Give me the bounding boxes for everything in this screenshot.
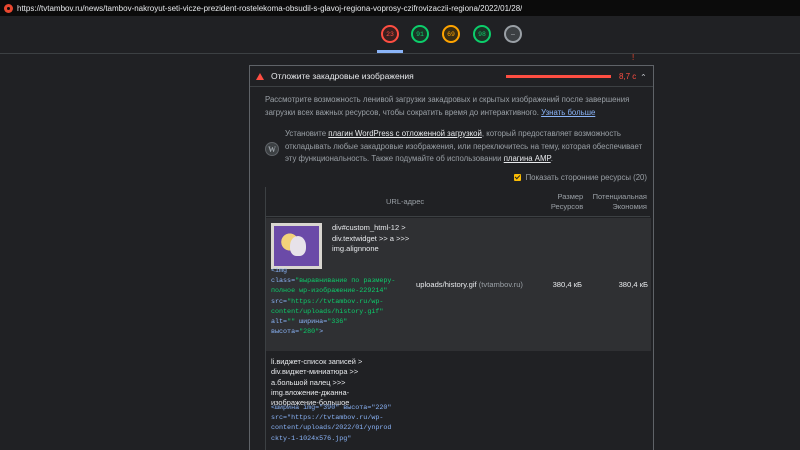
url-text[interactable]: https://tvtambov.ru/news/tambov-nakroyut… <box>17 4 522 13</box>
audit-header[interactable]: Отложите закадровые изображения 8,7 с ⌄ <box>250 66 653 87</box>
table-row[interactable]: li.виджет-список записей > div.виджет-ми… <box>266 354 651 450</box>
address-bar[interactable]: https://tvtambov.ru/news/tambov-nakroyut… <box>0 0 800 16</box>
third-party-label: Показать сторонние ресурсы (20) <box>525 173 647 182</box>
resource-url-host: (tvtambov.ru) <box>478 280 523 289</box>
learn-more-link[interactable]: Узнать больше <box>541 108 595 117</box>
gauge-label: 91 <box>416 30 424 38</box>
details-table: URL-адрес Размер Ресурсов Потенциальная … <box>265 187 651 450</box>
fail-triangle-icon <box>256 72 264 80</box>
snippet-attr: alt= <box>271 318 288 327</box>
node-label: div#custom_html-12 > div.textwidget >> a… <box>332 223 410 253</box>
audit-description: Рассмотрите возможность ленивой загрузки… <box>265 94 650 119</box>
resource-url-path: uploads/history.gif <box>416 280 477 289</box>
wordpress-plugin-link[interactable]: плагин WordPress с отложенной загрузкой <box>328 129 482 138</box>
snippet-attr: src= <box>271 297 288 306</box>
snippet-value: "https://tvtambov.ru/wp-content/uploads/… <box>271 297 384 316</box>
node-snippet: <img class="выравнивание по размеру-полн… <box>271 266 401 337</box>
table-row[interactable]: div#custom_html-12 > div.textwidget >> a… <box>266 218 651 351</box>
active-gauge-indicator <box>377 50 403 53</box>
column-header-size: Размер Ресурсов <box>550 191 584 211</box>
snippet-value: "280" <box>299 328 320 337</box>
third-party-checkbox[interactable] <box>513 174 521 181</box>
image-thumbnail <box>271 223 322 269</box>
stack-text-post: . <box>550 154 553 163</box>
pwa-badge-gauge[interactable]: — <box>504 25 522 43</box>
resource-size: 380,4 кБ <box>552 280 582 289</box>
table-header: URL-адрес Размер Ресурсов Потенциальная … <box>266 187 650 217</box>
gauge-label: — <box>511 30 515 38</box>
stack-text-pre: Установите <box>285 129 327 138</box>
snippet-tag: > <box>319 328 324 337</box>
audit-savings: 8,7 с <box>618 71 637 81</box>
resource-url[interactable]: uploads/history.gif (tvtambov.ru) <box>416 280 523 289</box>
seo-score-gauge[interactable]: 98 <box>473 25 491 43</box>
stack-advice-text: Установите плагин WordPress с отложенной… <box>285 128 650 166</box>
audit-title: Отложите закадровые изображения <box>271 71 414 81</box>
third-party-filter[interactable]: Показать сторонние ресурсы (20) <box>513 173 647 182</box>
insecure-warning-icon <box>4 3 13 13</box>
snippet-attr: высота= <box>271 328 300 337</box>
column-header-url: URL-адрес <box>386 197 425 206</box>
audit-marker: ! <box>632 53 635 62</box>
wordpress-icon: W <box>265 142 279 156</box>
gauge-label: 98 <box>478 30 486 38</box>
node-label: li.виджет-список записей > div.виджет-ми… <box>271 357 363 408</box>
chevron-up-icon[interactable]: ⌄ <box>640 72 647 81</box>
gauge-label: 23 <box>386 30 394 38</box>
score-gauges-bar: 23 91 69 98 — <box>0 16 800 54</box>
savings-bar <box>505 74 611 78</box>
node-snippet: <ширина img="390" высота="220" src="http… <box>271 404 392 443</box>
offscreen-images-audit: Отложите закадровые изображения 8,7 с ⌄ … <box>249 65 654 450</box>
performance-score-gauge[interactable]: 23 <box>381 25 399 43</box>
gauge-label: 69 <box>447 30 455 38</box>
column-header-savings: Потенциальная Экономия <box>592 191 647 211</box>
best-practices-score-gauge[interactable]: 69 <box>442 25 460 43</box>
snippet-value: "336" <box>327 318 348 327</box>
accessibility-score-gauge[interactable]: 91 <box>411 25 429 43</box>
snippet-attr: class= <box>271 277 296 286</box>
snippet-attr: ширина= <box>299 318 328 327</box>
snippet-value: "" <box>287 318 296 327</box>
snippet-tag: <img <box>271 267 288 275</box>
amp-plugin-link[interactable]: плагина AMP <box>504 154 551 163</box>
potential-savings: 380,4 кБ <box>618 280 648 289</box>
